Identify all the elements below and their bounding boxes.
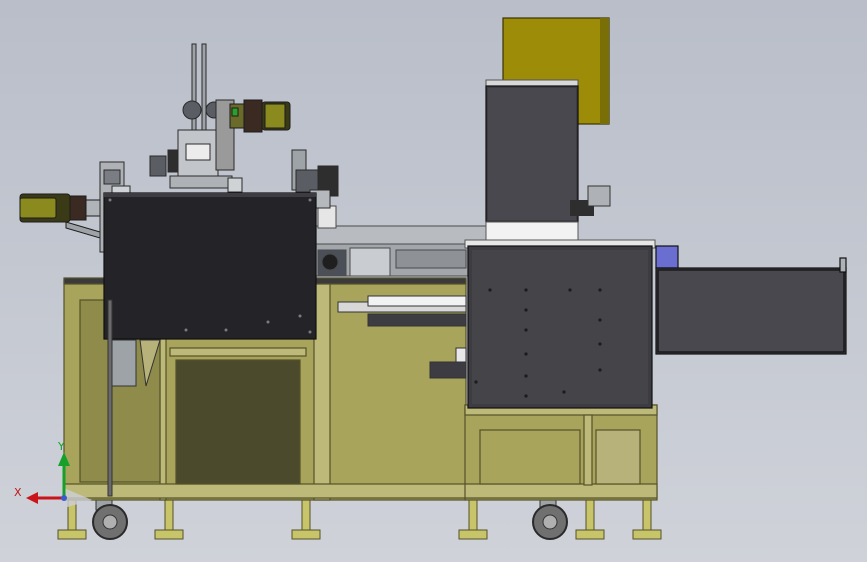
cad-viewport[interactable]: Y X (0, 0, 867, 562)
y-axis-arrowhead (58, 452, 70, 466)
triad-y-label: Y (58, 440, 65, 453)
x-axis-arrowhead (26, 492, 38, 504)
axis-triad-icon (26, 452, 92, 508)
triad-x-label: X (14, 486, 22, 499)
